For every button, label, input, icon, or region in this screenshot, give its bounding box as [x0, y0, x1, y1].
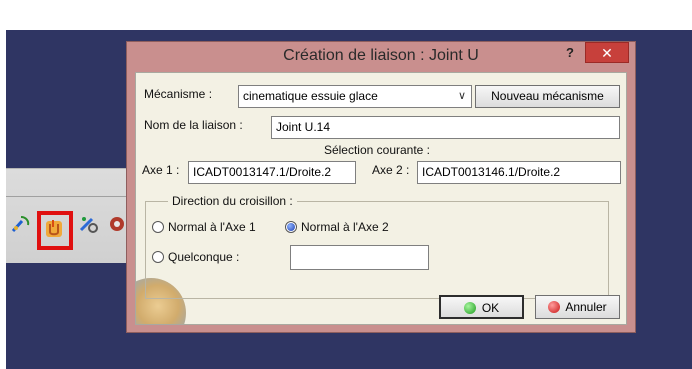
ok-label: OK [481, 301, 500, 315]
mechanism-select-value: cinematique essuie glace [243, 89, 378, 103]
tool-gear-icon[interactable] [78, 213, 100, 235]
top-white-band [0, 0, 692, 30]
mechanism-label: Mécanisme : [144, 87, 213, 101]
option-normal-axis2-label[interactable]: Normal à l'Axe 2 [301, 220, 389, 234]
cancel-icon [548, 301, 561, 313]
radio-other[interactable] [152, 251, 164, 263]
help-button[interactable]: ? [557, 43, 583, 63]
chevron-down-icon[interactable]: ∨ [453, 86, 471, 107]
highlight-box [37, 211, 73, 250]
option-other-label[interactable]: Quelconque : [168, 250, 239, 264]
option-normal-axis1-label[interactable]: Normal à l'Axe 1 [168, 220, 256, 234]
gear-icon[interactable] [106, 213, 128, 235]
axis1-input[interactable]: ICADT0013147.1/Droite.2 [188, 161, 356, 184]
joint-creation-dialog: Création de liaison : Joint U ? ✕ Mécani… [126, 41, 636, 333]
crossbar-direction-group: Direction du croisillon : Normal à l'Axe… [145, 194, 609, 299]
joint-name-label: Nom de la liaison : [144, 118, 243, 132]
ok-icon [463, 302, 476, 314]
dialog-titlebar[interactable]: Création de liaison : Joint U ? ✕ [127, 42, 635, 72]
axis2-input[interactable]: ICADT0013146.1/Droite.2 [417, 161, 621, 184]
radio-normal-axis2[interactable] [285, 221, 297, 233]
current-selection-label: Sélection courante : [323, 143, 431, 157]
axis2-label: Axe 2 : [372, 163, 410, 177]
radio-normal-axis1[interactable] [152, 221, 164, 233]
cancel-label: Annuler [565, 300, 607, 314]
mechanism-select[interactable]: cinematique essuie glace ∨ [238, 85, 472, 108]
other-direction-input[interactable] [290, 245, 429, 270]
axis1-label: Axe 1 : [142, 163, 180, 177]
crossbar-direction-title: Direction du croisillon : [168, 194, 297, 208]
cancel-button[interactable]: Annuler [535, 295, 620, 319]
toolbar-separator [6, 196, 130, 197]
joint-name-input[interactable]: Joint U.14 [271, 116, 620, 139]
dialog-body: Mécanisme : cinematique essuie glace ∨ N… [135, 72, 627, 325]
close-button[interactable]: ✕ [585, 42, 629, 63]
new-mechanism-button[interactable]: Nouveau mécanisme [475, 85, 620, 108]
ok-button[interactable]: OK [439, 295, 524, 319]
wrench-curve-icon[interactable] [10, 213, 32, 235]
